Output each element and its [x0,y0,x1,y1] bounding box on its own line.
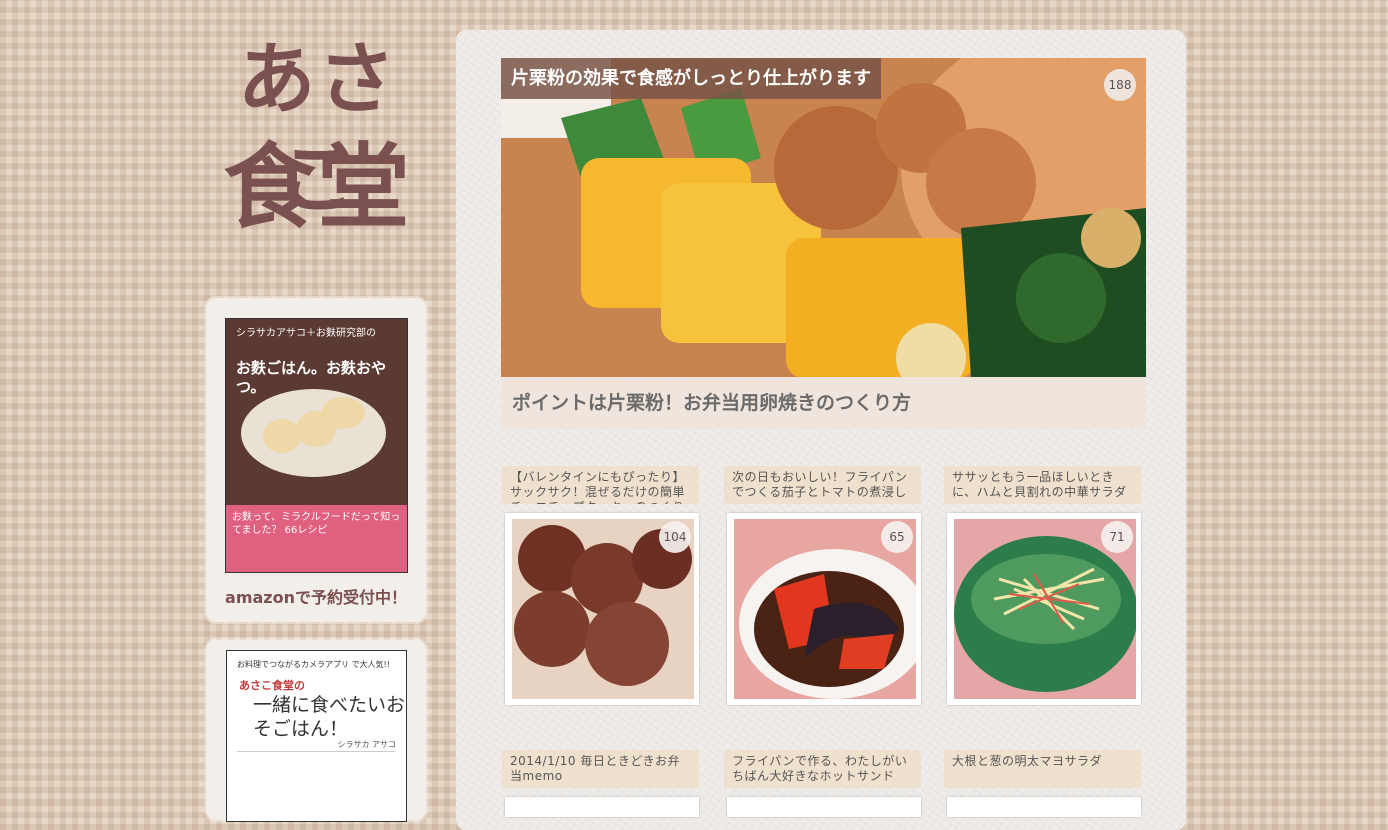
site-logo[interactable]: あさこ 食堂 [205,30,430,255]
featured-title[interactable]: ポイントは片栗粉！お弁当用卵焼きのつくり方 [501,377,1146,430]
amazon-preorder-link[interactable]: amazonで予約受付中！ [206,584,426,608]
recipe-card-title[interactable]: 2014/1/10 毎日ときどきお弁当memo [502,750,699,788]
book2-author: シラサカ アサコ [337,740,396,749]
recipe-card-title[interactable]: 次の日もおいしい！フライパンでつくる茄子とトマトの煮浸し [724,466,921,504]
like-count-badge: 104 [659,521,691,553]
recipe-card-title[interactable]: 大根と葱の明太マヨサラダ [944,750,1141,788]
logo-text-line2: 食堂 [223,134,412,241]
recipe-card-title[interactable]: ササッともう一品ほしいときに、ハムと貝割れの中華サラダ [944,466,1141,504]
book2-tagline: お料理でつながるカメラアプリ で大人気!! [237,660,390,669]
recipe-card[interactable]: 【バレンタインにもぴったり】サックサク！混ぜるだけの簡単チョコチップクッキーのつ… [502,466,699,706]
sidebar-book-ad: シラサカアサコ＋お麩研究部の お麩ごはん。お麩おやつ。 お麩って、ミラクルフード… [206,298,426,622]
recipe-card-photo-frame[interactable]: 71 [947,513,1141,705]
plate-illustration [241,389,386,477]
featured-post[interactable]: 片栗粉の効果で食感がしっとり仕上がります 188 ポイントは片栗粉！お弁当用卵焼… [501,58,1146,430]
recipe-card-photo-frame[interactable] [727,797,921,817]
featured-image[interactable]: 片栗粉の効果で食感がしっとり仕上がります 188 [501,58,1146,377]
recipe-card-photo-frame[interactable]: 65 [727,513,921,705]
featured-caption: 片栗粉の効果で食感がしっとり仕上がります [501,58,881,99]
like-count-badge: 71 [1101,521,1133,553]
book-cover-ogohan[interactable]: お料理でつながるカメラアプリ で大人気!! あさこ食堂の 一緒に食べたいおそごは… [226,650,407,822]
main-content: 片栗粉の効果で食感がしっとり仕上がります 188 ポイントは片栗粉！お弁当用卵焼… [456,30,1186,830]
recipe-card[interactable]: ササッともう一品ほしいときに、ハムと貝割れの中華サラダ 71 [944,466,1141,706]
book2-label: あさこ食堂の [239,679,305,692]
bento-photo [501,58,1146,377]
book2-title: 一緒に食べたいおそごはん！ [253,694,406,740]
book2-contents-grid [237,751,395,812]
book-subtitle: シラサカアサコ＋お麩研究部の [236,328,376,339]
recipe-card[interactable]: フライパンで作る、わたしがいちばん大好きなホットサンド [724,750,921,817]
recipe-card-title[interactable]: 【バレンタインにもぴったり】サックサク！混ぜるだけの簡単チョコチップクッキーのつ… [502,466,699,504]
recipe-card-photo-frame[interactable] [505,797,699,817]
like-count-badge: 65 [881,521,913,553]
book-cover-ofu[interactable]: シラサカアサコ＋お麩研究部の お麩ごはん。お麩おやつ。 お麩って、ミラクルフード… [225,318,408,573]
book-band: お麩って、ミラクルフードだって知ってました？ 66レシピ [226,505,407,572]
sidebar-book-ad-2: お料理でつながるカメラアプリ で大人気!! あさこ食堂の 一緒に食べたいおそごは… [206,640,426,822]
recipe-card-photo-frame[interactable] [947,797,1141,817]
recipe-card[interactable]: 次の日もおいしい！フライパンでつくる茄子とトマトの煮浸し 65 [724,466,921,706]
like-count-badge: 188 [1104,69,1136,101]
recipe-card[interactable]: 2014/1/10 毎日ときどきお弁当memo [502,750,699,817]
recipe-card-photo-frame[interactable]: 104 [505,513,699,705]
recipe-card-title[interactable]: フライパンで作る、わたしがいちばん大好きなホットサンド [724,750,921,788]
recipe-card[interactable]: 大根と葱の明太マヨサラダ [944,750,1141,817]
